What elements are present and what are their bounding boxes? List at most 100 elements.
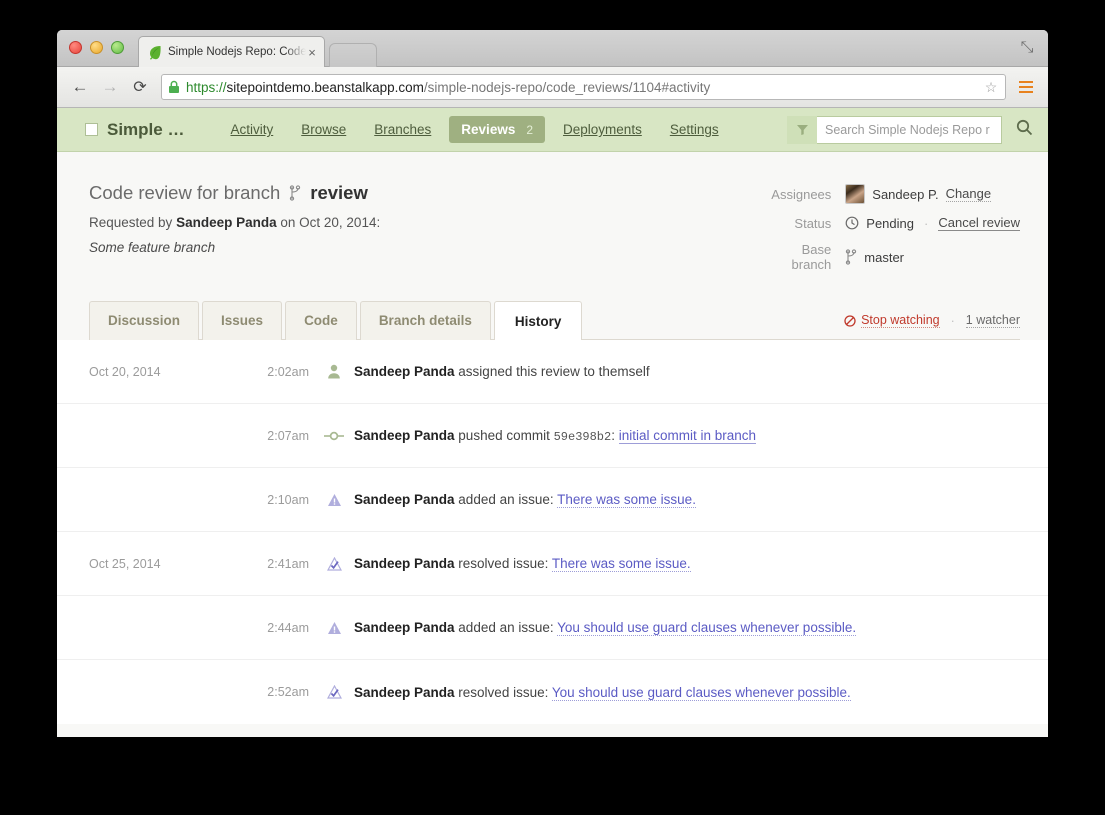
watcher-count-link[interactable]: 1 watcher <box>966 313 1020 328</box>
history-time: 2:52am <box>247 685 309 699</box>
avatar <box>845 184 865 204</box>
nav-deployments[interactable]: Deployments <box>553 116 652 143</box>
table-row: 2:07am Sandeep Panda pushed commit 59e39… <box>57 404 1048 468</box>
history-action: added an issue: <box>455 492 558 507</box>
tab-branch-details[interactable]: Branch details <box>360 301 491 340</box>
commit-sha: 59e398b2 <box>554 430 612 444</box>
cancel-review-link[interactable]: Cancel review <box>938 215 1020 231</box>
address-bar[interactable]: https://sitepointdemo.beanstalkapp.com/s… <box>161 74 1006 100</box>
browser-tab[interactable]: Simple Nodejs Repo: Code × <box>138 36 325 67</box>
nav-reviews[interactable]: Reviews 2 <box>449 116 545 143</box>
history-text: Sandeep Panda pushed commit 59e398b2: in… <box>354 428 756 444</box>
reload-button[interactable]: ⟳ <box>127 74 153 100</box>
tabs: Discussion Issues Code Branch details Hi… <box>89 300 582 339</box>
history-time: 2:02am <box>247 365 309 379</box>
requester-name: Sandeep Panda <box>176 215 277 230</box>
history-text: Sandeep Panda assigned this review to th… <box>354 364 650 379</box>
browser-tabstrip: Simple Nodejs Repo: Code × ⤡ <box>57 30 1048 67</box>
new-tab-button[interactable] <box>329 43 377 67</box>
browser-tab-title: Simple Nodejs Repo: Code <box>168 46 306 58</box>
close-window-button[interactable] <box>69 41 82 54</box>
commit-link[interactable]: initial commit in branch <box>619 428 756 444</box>
status-label: Status <box>763 216 831 231</box>
warning-icon <box>323 493 345 507</box>
table-row: 2:10am Sandeep Panda added an issue: The… <box>57 468 1048 532</box>
history-action: resolved issue: <box>455 685 552 700</box>
nav-settings[interactable]: Settings <box>660 116 729 143</box>
history-actor: Sandeep Panda <box>354 492 455 507</box>
watch-separator: · <box>951 314 955 328</box>
table-row: 2:44am Sandeep Panda added an issue: You… <box>57 596 1048 660</box>
issue-link[interactable]: You should use guard clauses whenever po… <box>557 620 856 636</box>
assignees-label: Assignees <box>763 187 831 202</box>
tab-bar: Discussion Issues Code Branch details Hi… <box>89 300 1020 340</box>
browser-toolbar: ← → ⟳ https://sitepointdemo.beanstalkapp… <box>57 67 1048 108</box>
filter-icon[interactable] <box>787 116 817 144</box>
history-action: resolved issue: <box>455 556 552 571</box>
browser-window: Simple Nodejs Repo: Code × ⤡ ← → ⟳ https… <box>57 30 1048 737</box>
no-entry-icon <box>844 315 856 327</box>
history-action: assigned this review to themself <box>455 364 650 379</box>
assignee-name: Sandeep P. <box>872 187 938 202</box>
nav-reviews-count: 2 <box>526 123 533 137</box>
nav-branches[interactable]: Branches <box>364 116 441 143</box>
status-badge: Pending <box>866 216 914 231</box>
requested-by-line: Requested by Sandeep Panda on Oct 20, 20… <box>89 215 380 230</box>
clock-icon <box>845 216 859 230</box>
base-branch-name: master <box>864 250 904 265</box>
repo-checkbox-icon[interactable] <box>85 123 98 136</box>
tab-issues[interactable]: Issues <box>202 301 282 340</box>
browser-menu-button[interactable] <box>1014 74 1038 100</box>
search-input[interactable] <box>817 116 1002 144</box>
history-text: Sandeep Panda added an issue: You should… <box>354 620 856 635</box>
review-header: Code review for branch review Requested … <box>57 152 1048 283</box>
issue-link[interactable]: You should use guard clauses whenever po… <box>552 685 851 701</box>
history-text: Sandeep Panda added an issue: There was … <box>354 492 696 507</box>
meta-row-base-branch: Base branch master <box>763 242 1020 272</box>
nav-reviews-label: Reviews <box>461 122 515 137</box>
tab-history[interactable]: History <box>494 301 583 340</box>
forward-button[interactable]: → <box>97 74 123 100</box>
url-scheme: https:// <box>186 80 227 95</box>
nav-browse[interactable]: Browse <box>291 116 356 143</box>
back-button[interactable]: ← <box>67 74 93 100</box>
app-content: Simple … Activity Browse Branches Review… <box>57 108 1048 737</box>
history-actor: Sandeep Panda <box>354 364 455 379</box>
bookmark-star-icon[interactable]: ☆ <box>983 79 999 96</box>
person-icon <box>323 364 345 379</box>
page-title: Code review for branch review <box>89 182 380 204</box>
status-separator: · <box>924 216 928 231</box>
history-actor: Sandeep Panda <box>354 685 455 700</box>
window-controls <box>69 41 124 54</box>
status-value-wrap: Pending · Cancel review <box>845 215 1020 231</box>
close-tab-icon[interactable]: × <box>306 46 318 59</box>
table-row: 2:52am Sandeep Panda resolved issue: You… <box>57 660 1048 724</box>
repository-name[interactable]: Simple … <box>85 120 184 140</box>
change-assignee-link[interactable]: Change <box>946 186 992 202</box>
repo-label: Simple … <box>107 120 184 140</box>
search-icon[interactable] <box>1014 119 1034 141</box>
table-row: Oct 20, 2014 2:02am Sandeep Panda assign… <box>57 340 1048 404</box>
tab-discussion[interactable]: Discussion <box>89 301 199 340</box>
lock-icon <box>168 80 180 94</box>
minimize-window-button[interactable] <box>90 41 103 54</box>
issue-link[interactable]: There was some issue. <box>552 556 691 572</box>
leaf-icon <box>147 44 163 60</box>
issue-link[interactable]: There was some issue. <box>557 492 696 508</box>
stop-watching-label: Stop watching <box>861 313 940 328</box>
stop-watching-button[interactable]: Stop watching <box>844 313 940 328</box>
url-text: https://sitepointdemo.beanstalkapp.com/s… <box>186 80 983 95</box>
commit-icon <box>323 431 345 441</box>
assignees-value: Sandeep P. Change <box>845 184 991 204</box>
table-row: Oct 25, 2014 2:41am Sandeep Panda resolv… <box>57 532 1048 596</box>
history-text: Sandeep Panda resolved issue: There was … <box>354 556 691 571</box>
history-action: added an issue: <box>455 620 558 635</box>
warning-icon <box>323 621 345 635</box>
nav-activity[interactable]: Activity <box>220 116 283 143</box>
resolved-icon <box>323 557 345 571</box>
tab-code[interactable]: Code <box>285 301 357 340</box>
maximize-window-button[interactable] <box>111 41 124 54</box>
resize-window-icon[interactable]: ⤡ <box>1016 37 1038 59</box>
page-title-prefix: Code review for branch <box>89 182 280 204</box>
url-path: /simple-nodejs-repo/code_reviews/1104#ac… <box>424 80 710 95</box>
